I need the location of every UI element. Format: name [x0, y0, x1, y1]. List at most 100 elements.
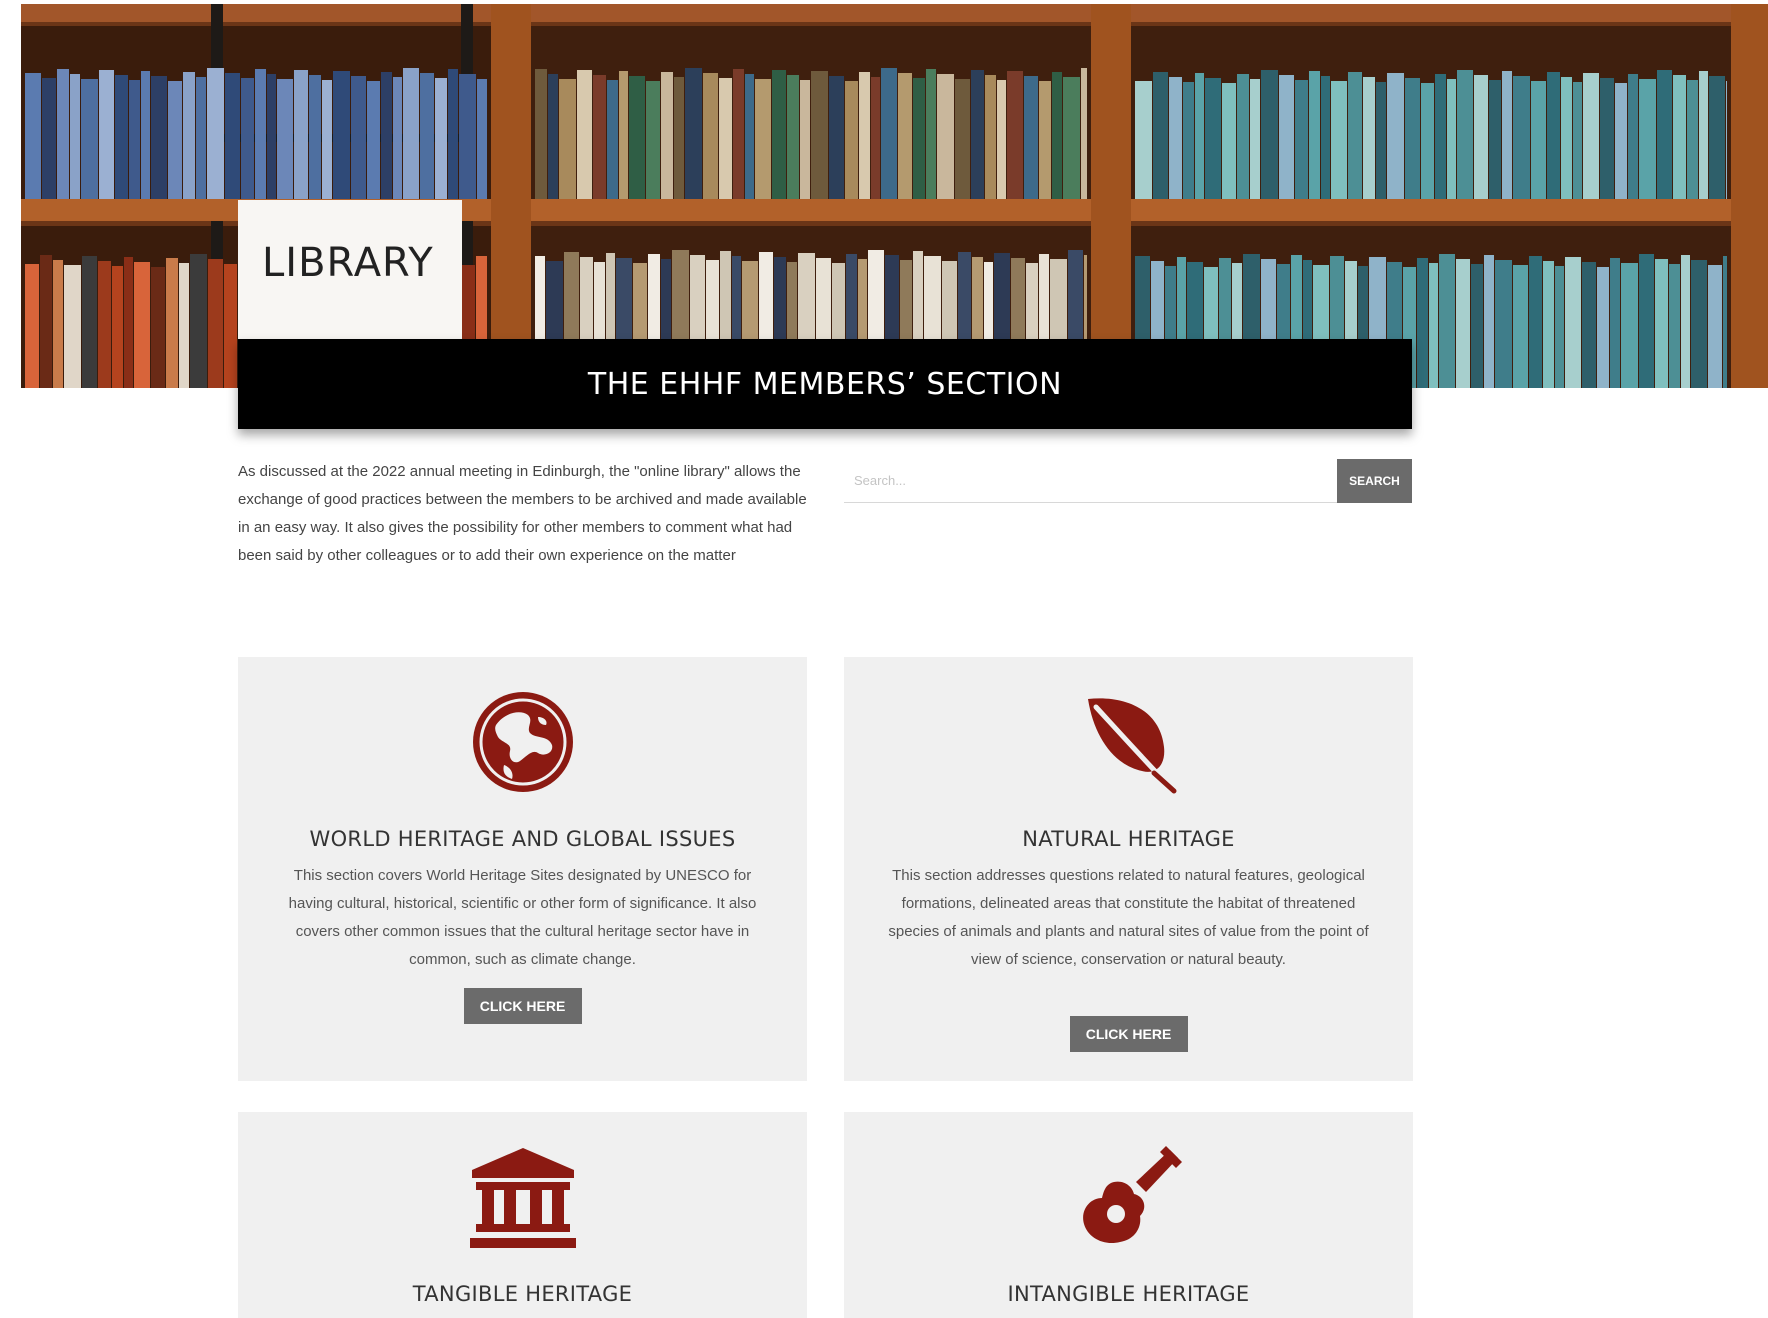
book-spine — [881, 68, 897, 199]
card-title: INTANGIBLE HERITAGE — [1007, 1282, 1250, 1306]
book-spine — [255, 69, 266, 199]
book-spine — [1471, 264, 1483, 388]
book-spine — [926, 69, 936, 199]
leaf-icon — [1074, 687, 1184, 797]
book-spine — [1261, 70, 1278, 199]
book-spine — [1183, 82, 1194, 199]
book-spine — [703, 73, 718, 199]
book-spine — [1669, 264, 1680, 388]
book-spine — [448, 69, 458, 199]
book-spine — [811, 71, 828, 199]
book-spine — [1417, 258, 1428, 388]
book-spine — [619, 71, 628, 199]
book-spine — [367, 81, 380, 199]
book-spine — [913, 78, 925, 199]
book-spine — [1429, 263, 1438, 388]
book-spine — [1195, 73, 1204, 199]
book-spine — [800, 80, 810, 199]
card-tangible-heritage: TANGIBLE HERITAGE — [238, 1112, 807, 1318]
book-spine — [151, 267, 165, 388]
book-spine — [719, 78, 732, 199]
book-spine — [755, 79, 771, 199]
book-spine — [1489, 80, 1501, 199]
book-spine — [871, 77, 880, 199]
book-spine — [937, 74, 954, 199]
book-spine — [99, 70, 114, 199]
book-spine — [477, 79, 487, 199]
globe-icon — [468, 687, 578, 797]
book-spine — [1331, 81, 1347, 199]
book-spine — [322, 80, 332, 199]
book-spine — [1447, 79, 1456, 199]
book-spine — [166, 258, 178, 388]
book-spine — [134, 262, 150, 388]
book-spine — [1222, 83, 1236, 199]
guitar-icon — [1074, 1142, 1184, 1252]
search-input[interactable] — [844, 459, 1337, 503]
book-spine — [1502, 71, 1512, 199]
click-here-button[interactable]: CLICK HERE — [1069, 1016, 1188, 1052]
book-spine — [1250, 79, 1260, 199]
book-spine — [40, 255, 52, 388]
book-spine — [1237, 74, 1249, 199]
book-spine — [1363, 77, 1375, 199]
book-spine — [225, 73, 240, 199]
book-spine — [1547, 72, 1560, 199]
book-spine — [183, 72, 195, 199]
card-title: WORLD HERITAGE AND GLOBAL ISSUES — [309, 827, 736, 851]
book-spine — [955, 79, 970, 199]
book-spine — [1699, 71, 1708, 199]
book-spine — [129, 80, 140, 199]
book-spine — [1387, 73, 1404, 199]
book-spine — [1081, 68, 1087, 199]
book-spine — [267, 74, 276, 199]
book-spine — [1295, 80, 1308, 199]
book-spine — [1421, 83, 1434, 199]
book-spine — [1495, 260, 1512, 388]
book-spine — [1063, 77, 1080, 199]
book-spine — [351, 76, 366, 199]
book-spine — [829, 76, 844, 199]
book-spine — [1513, 265, 1528, 388]
book-spine — [124, 257, 133, 388]
book-spine — [1561, 77, 1572, 199]
book-spine — [1621, 263, 1638, 388]
card-title: TANGIBLE HERITAGE — [412, 1282, 633, 1306]
book-spine — [82, 256, 97, 388]
book-spine — [42, 78, 56, 199]
book-spine — [115, 75, 128, 199]
book-spine — [1007, 71, 1023, 199]
book-spine — [685, 68, 702, 199]
book-spine — [1531, 81, 1546, 199]
search-button[interactable]: SEARCH — [1337, 459, 1412, 503]
book-spine — [64, 265, 81, 388]
book-spine — [208, 259, 223, 388]
book-spine — [196, 77, 206, 199]
book-spine — [1555, 266, 1564, 388]
book-spine — [25, 73, 41, 199]
book-spine — [333, 71, 350, 199]
library-label-box: LIBRARY — [238, 200, 462, 340]
book-spine — [190, 254, 207, 388]
book-spine — [1169, 77, 1182, 199]
library-title: LIBRARY — [262, 240, 434, 286]
book-spine — [1615, 83, 1627, 199]
book-spine — [1639, 79, 1656, 199]
book-spine — [1597, 267, 1609, 388]
book-spine — [1205, 78, 1221, 199]
book-spine — [1708, 265, 1722, 388]
book-spine — [1657, 70, 1672, 199]
search-form: SEARCH — [844, 459, 1412, 503]
book-spine — [646, 81, 660, 199]
click-here-button[interactable]: CLICK HERE — [463, 988, 582, 1024]
book-spine — [859, 72, 870, 199]
book-spine — [1439, 254, 1455, 388]
book-spine — [420, 73, 434, 199]
book-spine — [1573, 82, 1582, 199]
book-spine — [1279, 75, 1294, 199]
book-spine — [1600, 78, 1614, 199]
book-spine — [207, 68, 224, 199]
book-spine — [1474, 75, 1488, 199]
book-spine — [459, 74, 476, 199]
card-natural-heritage: NATURAL HERITAGE This section addresses … — [844, 657, 1413, 1081]
